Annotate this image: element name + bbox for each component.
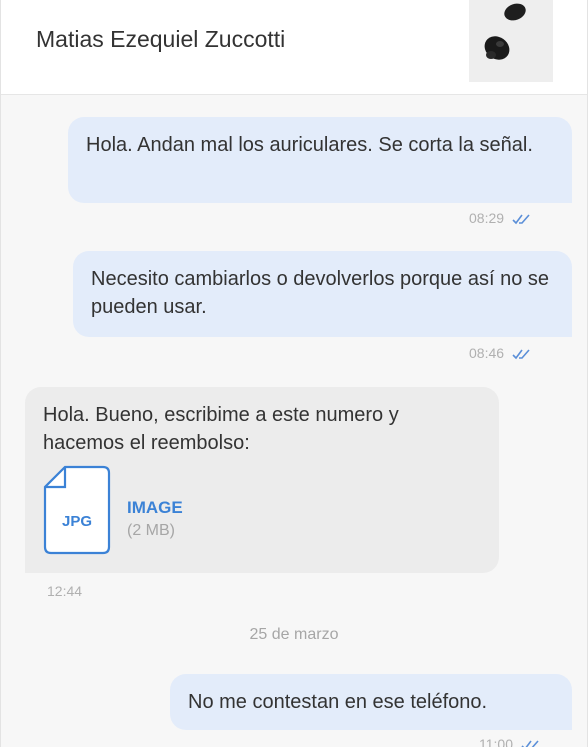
double-check-icon — [512, 214, 530, 225]
time-label: 08:46 — [469, 345, 505, 361]
message-bubble-outgoing[interactable]: Hola. Andan mal los auriculares. Se cort… — [68, 117, 572, 203]
time-label: 11:00 — [479, 736, 513, 747]
file-name-link[interactable]: IMAGE — [127, 498, 183, 518]
chat-window: Matias Ezequiel Zuccotti Hola. Andan mal… — [0, 0, 588, 747]
file-attachment[interactable]: JPG IMAGE (2 MB) — [43, 465, 243, 555]
time-label: 12:44 — [47, 583, 83, 599]
double-check-icon — [512, 349, 530, 360]
earbuds-image[interactable] — [469, 0, 553, 82]
file-size: (2 MB) — [127, 522, 175, 539]
message-time: 08:46 — [469, 345, 532, 361]
message-time: 11:00 — [479, 736, 541, 747]
message-text: Hola. Bueno, escribime a este numero y h… — [43, 404, 399, 454]
message-time: 08:29 — [469, 210, 532, 226]
contact-name[interactable]: Matias Ezequiel Zuccotti — [36, 26, 285, 53]
message-time: 12:44 — [47, 583, 82, 599]
message-text: Necesito cambiarlos o devolverlos porque… — [91, 268, 550, 318]
time-label: 08:29 — [469, 210, 505, 226]
file-type-label: JPG — [61, 513, 92, 530]
message-text: No me contestan en ese teléfono. — [188, 691, 488, 713]
earbuds-icon — [484, 3, 526, 60]
message-bubble-outgoing[interactable]: Necesito cambiarlos o devolverlos porque… — [73, 251, 572, 337]
double-check-icon — [521, 740, 539, 747]
message-bubble-outgoing[interactable]: No me contestan en ese teléfono. — [170, 674, 572, 730]
date-separator: 25 de marzo — [249, 626, 339, 643]
message-text: Hola. Andan mal los auriculares. Se cort… — [86, 134, 533, 156]
chat-header: Matias Ezequiel Zuccotti — [1, 0, 587, 95]
file-icon — [43, 465, 111, 555]
